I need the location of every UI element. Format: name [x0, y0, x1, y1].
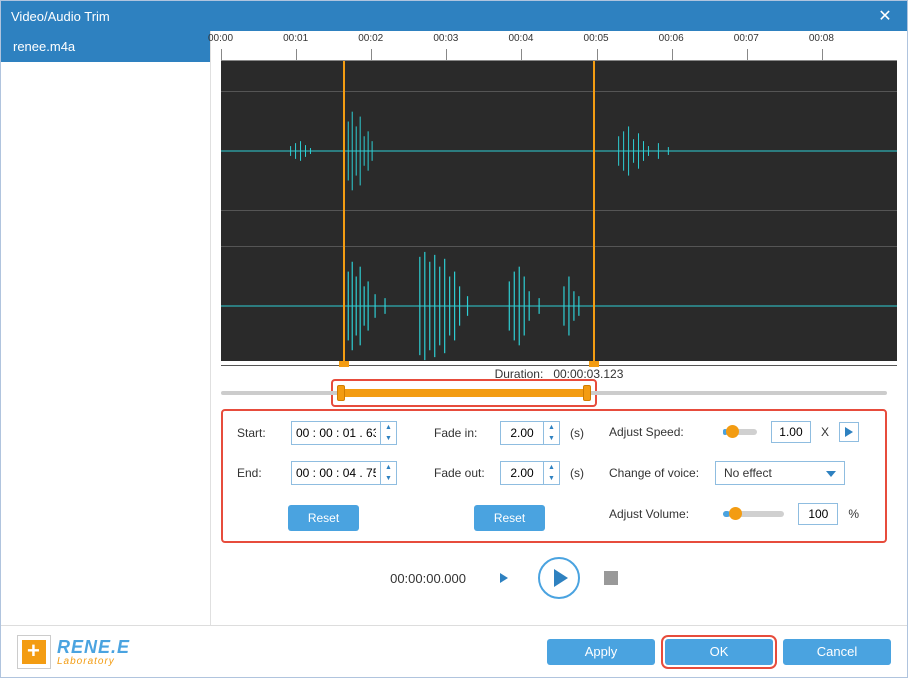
play-icon — [845, 427, 853, 437]
end-down-icon[interactable]: ▼ — [381, 473, 396, 484]
speed-slider[interactable] — [723, 429, 757, 435]
timeline-tick: 00:03 — [446, 49, 521, 61]
speed-label: Adjust Speed: — [609, 425, 709, 439]
time-column: Start: ▲▼ End: ▲▼ Reset — [237, 421, 422, 531]
sidebar-file-item[interactable]: renee.m4a — [1, 31, 210, 62]
fadein-down-icon[interactable]: ▼ — [544, 433, 559, 444]
timeline-tick: 00:00 — [221, 49, 296, 61]
volume-unit: % — [848, 507, 859, 521]
play-small-icon — [500, 573, 508, 583]
end-up-icon[interactable]: ▲ — [381, 462, 396, 473]
cancel-button[interactable]: Cancel — [783, 639, 891, 665]
ok-button[interactable]: OK — [665, 639, 773, 665]
end-spinner[interactable]: ▲▼ — [291, 461, 397, 485]
content-area: 00:0000:0100:0200:0300:0400:0500:0600:07… — [211, 31, 907, 625]
fadein-input[interactable] — [501, 424, 543, 442]
timeline-tick: 00:05 — [597, 49, 672, 61]
logo: RENE.E Laboratory — [17, 635, 130, 669]
waveform-channel-top — [221, 91, 897, 211]
end-label: End: — [237, 466, 285, 480]
main-area: renee.m4a 00:0000:0100:0200:0300:0400:05… — [1, 31, 907, 625]
timeline-tick: 00:02 — [371, 49, 446, 61]
timeline-tick: 00:07 — [747, 49, 822, 61]
set-position-button[interactable] — [494, 568, 514, 588]
start-spinner[interactable]: ▲▼ — [291, 421, 397, 445]
selection-end-marker[interactable] — [593, 61, 595, 361]
end-input[interactable] — [292, 464, 380, 482]
timeline-tick: 00:08 — [822, 49, 897, 61]
close-icon[interactable]: ✕ — [873, 4, 897, 28]
selection-start-marker[interactable] — [343, 61, 345, 361]
title-bar: Video/Audio Trim ✕ — [1, 1, 907, 31]
timeline-tick: 00:06 — [672, 49, 747, 61]
start-up-icon[interactable]: ▲ — [381, 422, 396, 433]
window-title: Video/Audio Trim — [11, 9, 873, 24]
scrub-handle-end[interactable] — [583, 385, 591, 401]
scrub-bar[interactable] — [221, 383, 887, 403]
volume-slider[interactable] — [723, 511, 784, 517]
playback-row: 00:00:00.000 — [211, 551, 897, 609]
timeline-ruler[interactable]: 00:0000:0100:0200:0300:0400:0500:0600:07… — [221, 31, 897, 61]
volume-row: Adjust Volume: % — [609, 503, 859, 525]
fadeout-row: Fade out: ▲▼ (s) — [434, 461, 585, 485]
fadeout-input[interactable] — [501, 464, 543, 482]
start-row: Start: ▲▼ — [237, 421, 410, 445]
scrub-handle-start[interactable] — [337, 385, 345, 401]
playback-position: 00:00:00.000 — [306, 571, 466, 586]
start-down-icon[interactable]: ▼ — [381, 433, 396, 444]
duration-value: 00:00:03.123 — [553, 367, 623, 381]
fadeout-unit: (s) — [570, 466, 584, 480]
volume-input[interactable] — [798, 503, 838, 525]
voice-row: Change of voice: No effect — [609, 461, 859, 485]
fadein-row: Fade in: ▲▼ (s) — [434, 421, 585, 445]
play-button[interactable] — [538, 557, 580, 599]
fade-column: Fade in: ▲▼ (s) Fade out: ▲▼ (s) — [422, 421, 597, 531]
voice-value: No effect — [724, 466, 772, 480]
end-row: End: ▲▼ — [237, 461, 410, 485]
settings-panel: Start: ▲▼ End: ▲▼ Reset — [221, 409, 887, 543]
trim-window: Video/Audio Trim ✕ renee.m4a 00:0000:010… — [0, 0, 908, 678]
waveform-channel-bottom — [221, 246, 897, 366]
timeline-tick: 00:01 — [296, 49, 371, 61]
duration-label: Duration: — [495, 367, 544, 381]
fadein-spinner[interactable]: ▲▼ — [500, 421, 560, 445]
fadeout-spinner[interactable]: ▲▼ — [500, 461, 560, 485]
file-sidebar: renee.m4a — [1, 31, 211, 625]
fadein-label: Fade in: — [434, 426, 494, 440]
fadeout-up-icon[interactable]: ▲ — [544, 462, 559, 473]
reset-time-button[interactable]: Reset — [288, 505, 359, 531]
start-label: Start: — [237, 426, 285, 440]
stop-button[interactable] — [604, 571, 618, 585]
fadeout-down-icon[interactable]: ▼ — [544, 473, 559, 484]
fadein-up-icon[interactable]: ▲ — [544, 422, 559, 433]
play-big-icon — [554, 569, 568, 587]
adjust-column: Adjust Speed: X Change of voice: No effe… — [597, 421, 871, 531]
apply-button[interactable]: Apply — [547, 639, 655, 665]
speed-input[interactable] — [771, 421, 811, 443]
logo-text: RENE.E Laboratory — [57, 637, 130, 667]
footer-bar: RENE.E Laboratory Apply OK Cancel — [1, 625, 907, 677]
fadein-unit: (s) — [570, 426, 584, 440]
logo-line1: RENE.E — [57, 637, 130, 658]
scrub-selection[interactable] — [341, 389, 587, 397]
speed-preview-button[interactable] — [839, 422, 859, 442]
volume-label: Adjust Volume: — [609, 507, 709, 521]
voice-label: Change of voice: — [609, 466, 709, 480]
logo-icon — [17, 635, 51, 669]
reset-fade-button[interactable]: Reset — [474, 505, 545, 531]
timeline-tick: 00:04 — [521, 49, 596, 61]
waveform-display[interactable] — [221, 61, 897, 361]
start-input[interactable] — [292, 424, 380, 442]
fadeout-label: Fade out: — [434, 466, 494, 480]
speed-unit: X — [821, 425, 829, 439]
voice-dropdown[interactable]: No effect — [715, 461, 845, 485]
speed-row: Adjust Speed: X — [609, 421, 859, 443]
